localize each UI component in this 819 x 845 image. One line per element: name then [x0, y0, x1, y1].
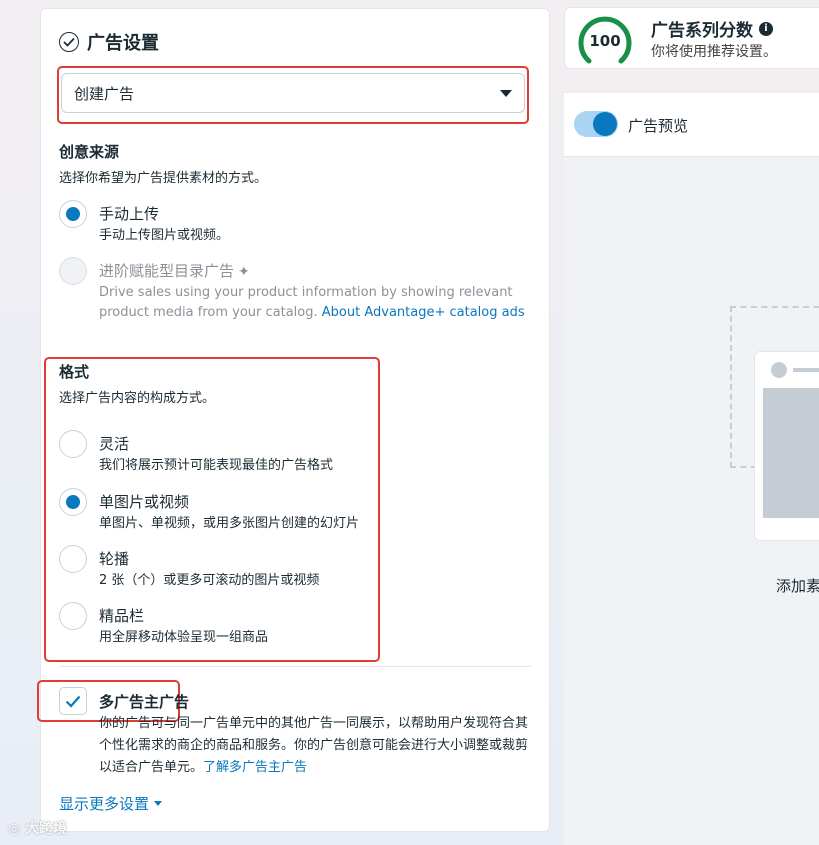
collection-label: 精品栏 [99, 607, 145, 625]
carousel-desc: 2 张（个）或更多可滚动的图片或视频 [99, 573, 320, 588]
checkmark-icon [65, 695, 81, 708]
score-gauge: 100 [577, 15, 633, 65]
multi-advertiser-desc-text: 你的广告可与同一广告单元中的其他广告一同展示，以帮助用户发现符合其个性化需求的商… [99, 716, 529, 775]
ad-type-select[interactable]: 创建广告 [61, 73, 525, 113]
single-image-video-label: 单图片或视频 [99, 493, 190, 511]
watermark: ◎ 大跨境 [8, 818, 67, 838]
option-collection[interactable]: 精品栏 用全屏移动体验呈现一组商品 [59, 602, 529, 648]
advantage-catalog-desc: Drive sales using your product informati… [99, 283, 529, 323]
manual-upload-desc: 手动上传图片或视频。 [99, 228, 230, 243]
watermark-logo-icon: ◎ [8, 821, 21, 837]
caret-down-icon [500, 89, 512, 97]
multi-advertiser-label: 多广告主广告 [99, 693, 190, 711]
single-image-video-desc: 单图片、单视频，或用多张图片创建的幻灯片 [99, 516, 360, 531]
radio-single-image-video[interactable] [59, 488, 87, 516]
campaign-score-card: 100 广告系列分数 i 你将使用推荐设置。 [564, 7, 819, 69]
learn-multi-advertiser-link[interactable]: 了解多广告主广告 [203, 760, 307, 775]
flexible-desc: 我们将展示预计可能表现最佳的广告格式 [99, 458, 334, 473]
advantage-catalog-label: 进阶赋能型目录广告 [99, 262, 235, 280]
radio-manual-upload[interactable] [59, 200, 87, 228]
divider [59, 666, 531, 667]
option-flexible[interactable]: 灵活 我们将展示预计可能表现最佳的广告格式 [59, 430, 529, 476]
collection-desc: 用全屏移动体验呈现一组商品 [99, 630, 269, 645]
option-manual-upload[interactable]: 手动上传 手动上传图片或视频。 [59, 200, 529, 246]
format-title: 格式 [59, 363, 90, 381]
carousel-label: 轮播 [99, 550, 130, 568]
ad-preview-panel: 广告预览 添加素 [564, 93, 819, 845]
score-title-row: 广告系列分数 i [651, 16, 773, 41]
option-single-image-video[interactable]: 单图片或视频 单图片、单视频，或用多张图片创建的幻灯片 [59, 488, 529, 534]
placeholder-line [793, 368, 819, 372]
radio-advantage-catalog [59, 257, 87, 285]
show-more-settings-link[interactable]: 显示更多设置 [59, 793, 163, 814]
radio-flexible[interactable] [59, 430, 87, 458]
option-advantage-catalog: 进阶赋能型目录广告 ✦ Drive sales using your produc… [59, 257, 529, 323]
multi-advertiser-checkbox[interactable] [59, 687, 87, 715]
manual-upload-label: 手动上传 [99, 205, 160, 223]
ad-preview-toggle[interactable] [574, 111, 618, 137]
about-advantage-link[interactable]: About Advantage+ catalog ads [322, 305, 525, 320]
ad-preview-bar: 广告预览 [564, 93, 819, 157]
creative-source-title: 创意来源 [59, 143, 120, 161]
ad-settings-panel: 广告设置 创建广告 创意来源 选择你希望为广告提供素材的方式。 手动上传 手动上… [37, 8, 550, 832]
add-media-label[interactable]: 添加素 [776, 575, 819, 596]
multi-advertiser-desc: 你的广告可与同一广告单元中的其他广告一同展示，以帮助用户发现符合其个性化需求的商… [99, 713, 531, 779]
settings-header: 广告设置 [59, 29, 159, 55]
option-carousel[interactable]: 轮播 2 张（个）或更多可滚动的图片或视频 [59, 545, 529, 591]
info-icon[interactable]: i [759, 21, 773, 36]
score-value: 100 [589, 32, 621, 50]
radio-carousel[interactable] [59, 545, 87, 573]
chevron-down-icon [154, 801, 163, 806]
watermark-text: 大跨境 [25, 821, 68, 837]
sparkle-icon: ✦ [238, 264, 250, 280]
show-more-label: 显示更多设置 [59, 795, 150, 813]
ad-type-select-value: 创建广告 [74, 84, 135, 103]
settings-title: 广告设置 [87, 33, 159, 54]
format-desc: 选择广告内容的构成方式。 [59, 391, 216, 406]
flexible-label: 灵活 [99, 435, 130, 453]
radio-collection[interactable] [59, 602, 87, 630]
score-title: 广告系列分数 [651, 21, 753, 41]
advantage-catalog-label-row: 进阶赋能型目录广告 ✦ [99, 260, 529, 281]
placeholder-avatar [771, 362, 787, 378]
creative-source-desc: 选择你希望为广告提供素材的方式。 [59, 171, 268, 186]
ad-preview-label: 广告预览 [628, 117, 689, 135]
placeholder-image [763, 388, 819, 518]
score-subtitle: 你将使用推荐设置。 [651, 44, 777, 60]
check-circle-icon [59, 32, 79, 52]
placeholder-ad-card [754, 351, 819, 541]
